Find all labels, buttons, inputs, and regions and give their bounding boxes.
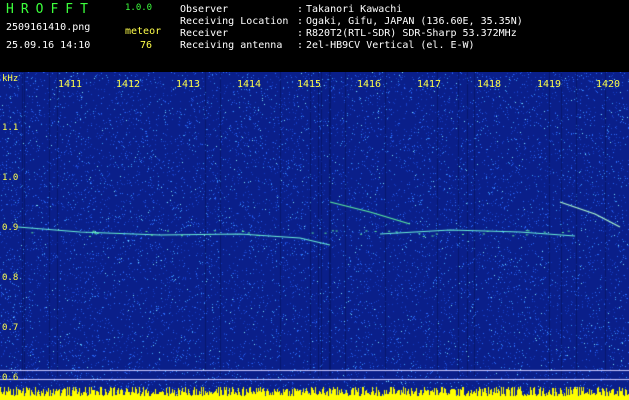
info-separator: : <box>297 40 304 51</box>
time-tick-label: 1420 <box>595 79 621 90</box>
time-tick-label: 1411 <box>57 79 83 90</box>
freq-tick-label: 0.9 <box>2 223 19 233</box>
datetime: 25.09.16 14:10 <box>6 40 91 51</box>
file-name: 2509161410.png <box>6 22 91 33</box>
unit-label: kHz <box>2 74 19 84</box>
info-separator: : <box>297 4 304 15</box>
app-title: HROFFT <box>6 2 95 17</box>
time-tick-label: 1417 <box>416 79 442 90</box>
location-value: Ogaki, Gifu, JAPAN (136.60E, 35.35N) <box>306 16 523 27</box>
time-tick-label: 1416 <box>356 79 382 90</box>
freq-tick-label: 0.6 <box>2 373 19 383</box>
meteor-label: meteor <box>125 26 162 37</box>
antenna-value: 2el-HB9CV Vertical (el. E-W) <box>306 40 475 51</box>
freq-tick-label: 0.8 <box>2 273 19 283</box>
freq-tick-label: 1.1 <box>2 123 19 133</box>
spectrogram <box>0 72 629 400</box>
receiver-label: Receiver <box>180 28 229 39</box>
observer-value: Takanori Kawachi <box>306 4 403 15</box>
app-version: 1.0.0 <box>125 3 153 13</box>
info-separator: : <box>297 16 304 27</box>
time-tick-label: 1414 <box>236 79 262 90</box>
freq-tick-label: 1.0 <box>2 173 19 183</box>
meteor-count: 76 <box>140 40 153 51</box>
time-tick-label: 1419 <box>536 79 562 90</box>
time-tick-label: 1413 <box>175 79 201 90</box>
time-tick-label: 1412 <box>115 79 141 90</box>
antenna-label: Receiving antenna <box>180 40 283 51</box>
observer-label: Observer <box>180 4 229 15</box>
receiver-value: R820T2(RTL-SDR) SDR-Sharp 53.372MHz <box>306 28 517 39</box>
freq-tick-label: 0.7 <box>2 323 19 333</box>
header: HROFFT 1.0.0 2509161410.png meteor 25.09… <box>0 0 629 72</box>
location-label: Receiving Location <box>180 16 289 27</box>
time-tick-label: 1418 <box>476 79 502 90</box>
info-separator: : <box>297 28 304 39</box>
time-tick-label: 1415 <box>296 79 322 90</box>
